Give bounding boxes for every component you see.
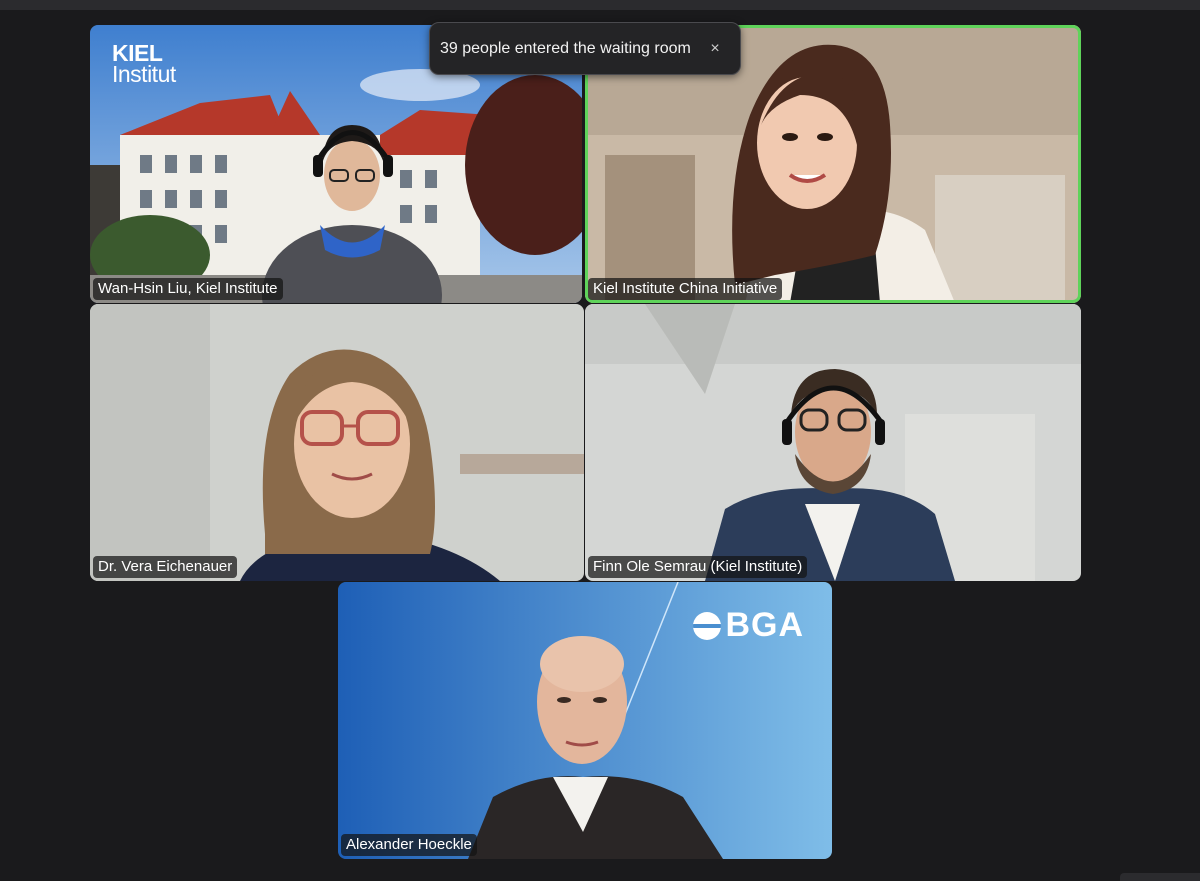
notification-text: 39 people entered the waiting room: [440, 39, 691, 57]
video-tile-alexander-hoeckle[interactable]: BGA Alexander Hoeckle: [338, 582, 832, 859]
participant-name: Kiel Institute China Initiative: [588, 278, 783, 300]
video-feed: [585, 304, 1081, 581]
video-feed: [90, 304, 584, 581]
participant-name: Alexander Hoeckle: [341, 834, 477, 856]
bottom-toolbar-edge: [1120, 873, 1200, 881]
bga-logo-mark: [693, 611, 722, 640]
kiel-institut-logo: KIEL Institut: [112, 40, 176, 87]
participant-name: Wan-Hsin Liu, Kiel Institute: [93, 278, 283, 300]
video-tile-finn-ole-semrau[interactable]: Finn Ole Semrau (Kiel Institute): [585, 304, 1081, 581]
participant-name: Finn Ole Semrau (Kiel Institute): [588, 556, 808, 578]
participant-name: Dr. Vera Eichenauer: [93, 556, 238, 578]
video-tile-vera-eichenauer[interactable]: Dr. Vera Eichenauer: [90, 304, 584, 581]
waiting-room-notification: 39 people entered the waiting room ×: [429, 22, 741, 75]
top-bar: [0, 0, 1200, 10]
close-icon[interactable]: ×: [702, 36, 728, 62]
bga-logo: BGA: [693, 606, 804, 645]
